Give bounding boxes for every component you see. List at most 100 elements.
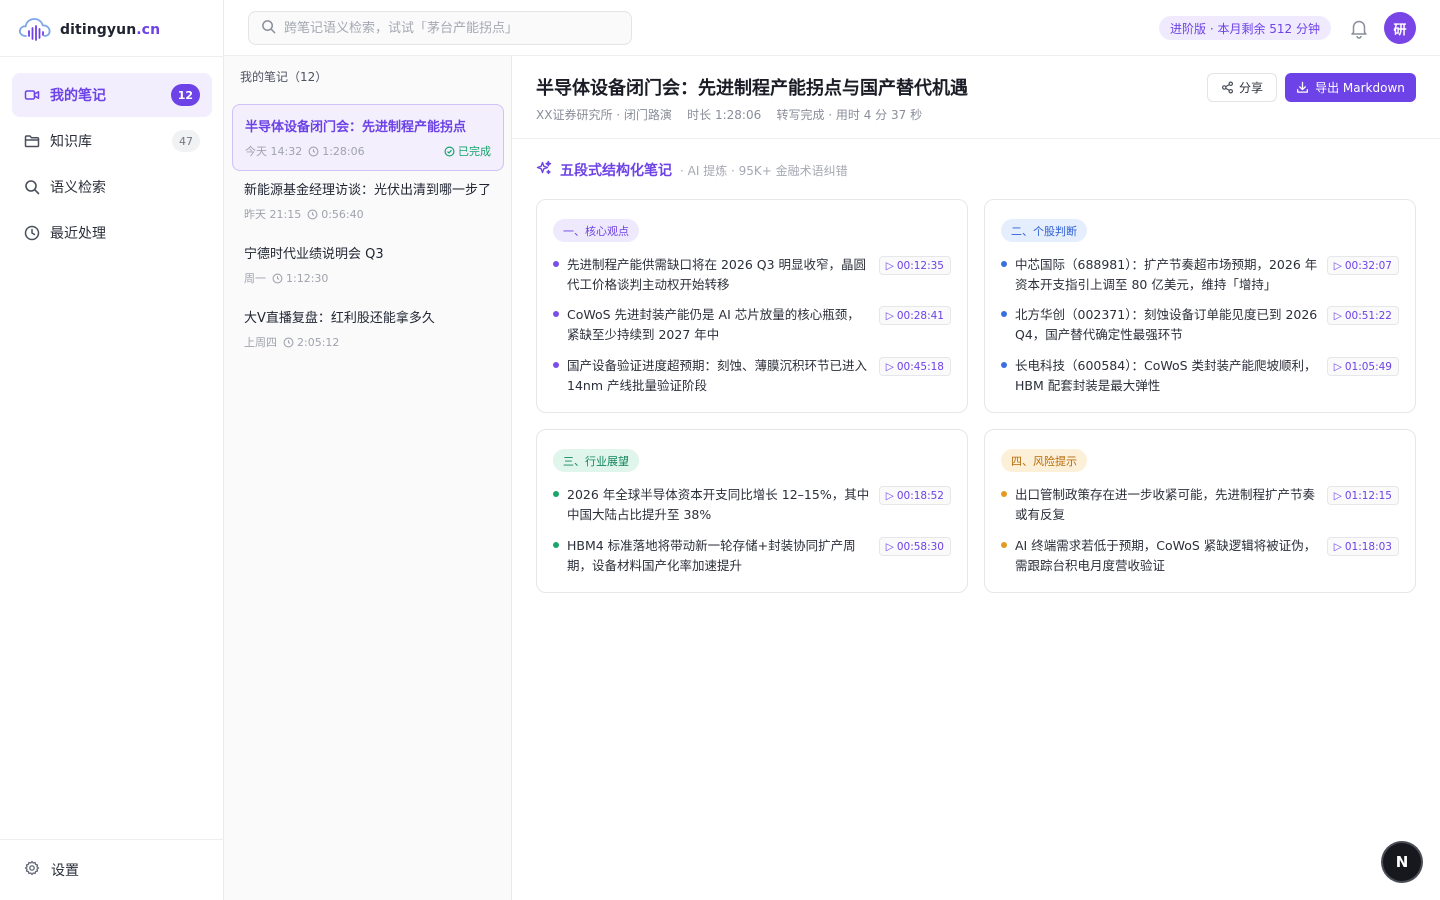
settings-button[interactable]: 设置: [24, 860, 79, 880]
bullet-dot: [553, 491, 559, 497]
card-tag: 四、风险提示: [1001, 449, 1087, 472]
note-meta: 周一 1:12:30: [244, 270, 492, 286]
note-item[interactable]: 半导体设备闭门会：先进制程产能拐点 今天 14:32 1:28:06 已完成: [232, 104, 504, 171]
logo[interactable]: ditingyun.cn: [18, 16, 160, 44]
sidebar-item-recent[interactable]: 最近处理: [12, 211, 212, 255]
timestamp-button[interactable]: ▷ 01:12:15: [1326, 486, 1399, 505]
timestamp-value: 00:45:18: [896, 360, 944, 373]
detail-header: 半导体设备闭门会：先进制程产能拐点与国产替代机遇 XX证券研究所 · 闭门路演 …: [512, 56, 1440, 139]
play-icon: ▷: [1333, 489, 1342, 502]
point-text: 2026 年全球半导体资本开支同比增长 12–15%，其中中国大陆占比提升至 3…: [567, 487, 870, 522]
point-text: 中芯国际（688981）：扩产节奏超市场预期，2026 年资本开支指引上调至 8…: [1015, 257, 1318, 292]
timestamp-button[interactable]: ▷ 00:51:22: [1326, 306, 1399, 325]
share-label: 分享: [1238, 81, 1263, 95]
note-duration: 2:05:12: [283, 336, 339, 349]
note-duration: 1:12:30: [272, 272, 328, 285]
bell-icon[interactable]: [1348, 17, 1370, 39]
bullet-dot: [553, 362, 559, 368]
clock-icon: [307, 209, 318, 219]
note-date: 上周四: [244, 336, 277, 349]
play-icon: ▷: [885, 259, 894, 272]
play-icon: ▷: [1333, 309, 1342, 322]
note-card-core-views: 一、核心观点 先进制程产能供需缺口将在 2026 Q3 明显收窄，晶圆代工价格谈…: [536, 199, 968, 413]
note-item[interactable]: 宁德时代业绩说明会 Q3 周一 1:12:30: [232, 232, 504, 297]
check-circle-icon: [444, 146, 455, 156]
note-meta: 昨天 21:15 0:56:40: [244, 206, 492, 222]
bullet-dot: [553, 261, 559, 267]
timestamp-button[interactable]: ▷ 00:28:41: [878, 306, 951, 325]
point-text: 先进制程产能供需缺口将在 2026 Q3 明显收窄，晶圆代工价格谈判主动权开始转…: [567, 257, 867, 292]
timestamp-value: 00:18:52: [896, 489, 944, 502]
status-badge: 已完成: [444, 143, 491, 159]
point-text: 北方华创（002371）：刻蚀设备订单能见度已到 2026 Q4，国产替代确定性…: [1015, 307, 1318, 342]
note-meta: 今天 14:32 1:28:06 已完成: [245, 143, 491, 159]
timestamp-value: 01:05:49: [1344, 360, 1392, 373]
sidebar-footer: 设置: [0, 839, 224, 900]
share-button[interactable]: 分享: [1207, 73, 1277, 102]
bullet-dot: [553, 311, 559, 317]
sidebar-item-knowledge-base[interactable]: 知识库 47: [12, 119, 212, 163]
note-duration: 1:28:06: [308, 145, 365, 158]
count-badge: 12: [170, 84, 200, 106]
play-icon: ▷: [1333, 360, 1342, 373]
card-point: HBM4 标准落地将带动新一轮存储+封装协同扩产周期，设备材料国产化率加速提升 …: [553, 536, 951, 576]
bullet-dot: [1001, 362, 1007, 368]
logo-text: ditingyun.cn: [60, 22, 160, 38]
clock-icon: [272, 273, 283, 283]
settings-label: 设置: [51, 863, 79, 879]
play-icon: ▷: [885, 489, 894, 502]
play-icon: ▷: [885, 540, 894, 553]
sidebar-item-my-notes[interactable]: 我的笔记 12: [12, 73, 212, 117]
avatar[interactable]: 研: [1384, 12, 1416, 44]
note-date: 今天 14:32: [245, 145, 303, 158]
timestamp-button[interactable]: ▷ 01:18:03: [1326, 537, 1399, 556]
status-label: 已完成: [458, 145, 491, 158]
section-title: 五段式结构化笔记: [560, 163, 672, 179]
note-card-risk-warnings: 四、风险提示 出口管制政策存在进一步收紧可能，先进制程扩产节奏或有反复 ▷ 01:…: [984, 429, 1416, 593]
note-item[interactable]: 新能源基金经理访谈：光伏出清到哪一步了 昨天 21:15 0:56:40: [232, 168, 504, 233]
timestamp-value: 00:28:41: [896, 309, 944, 322]
timestamp-button[interactable]: ▷ 00:18:52: [878, 486, 951, 505]
card-point: 国产设备验证进度超预期：刻蚀、薄膜沉积环节已进入 14nm 产线批量验证阶段 ▷…: [553, 356, 951, 396]
card-point: 北方华创（002371）：刻蚀设备订单能见度已到 2026 Q4，国产替代确定性…: [1001, 305, 1399, 345]
export-markdown-button[interactable]: 导出 Markdown: [1285, 73, 1416, 102]
timestamp-value: 00:58:30: [896, 540, 944, 553]
search-input[interactable]: [284, 20, 619, 36]
play-icon: ▷: [885, 360, 894, 373]
timestamp-button[interactable]: ▷ 00:12:35: [878, 256, 951, 275]
timestamp-button[interactable]: ▷ 00:58:30: [878, 537, 951, 556]
folder-icon: [24, 133, 40, 149]
play-icon: ▷: [885, 309, 894, 322]
app-root: ditingyun.cn 我的笔记 12 知识库 47 语义检索 最近处理 设置…: [0, 0, 1440, 900]
timestamp-button[interactable]: ▷ 00:45:18: [878, 357, 951, 376]
notes-list-header: 我的笔记（12）: [240, 70, 328, 84]
logo-cloud-icon: [18, 14, 52, 46]
sidebar-item-label: 最近处理: [50, 226, 106, 242]
timestamp-button[interactable]: ▷ 00:32:07: [1326, 256, 1399, 275]
point-text: CoWoS 先进封装产能仍是 AI 芯片放量的核心瓶颈，紧缺至少持续到 2027…: [567, 307, 860, 342]
timestamp-button[interactable]: ▷ 01:05:49: [1326, 357, 1399, 376]
timestamp-value: 01:18:03: [1344, 540, 1392, 553]
quota-badge[interactable]: 进阶版 · 本月剩余 512 分钟: [1159, 16, 1331, 40]
sidebar-item-label: 我的笔记: [50, 88, 106, 104]
search-box[interactable]: [248, 11, 632, 45]
top-bar: 进阶版 · 本月剩余 512 分钟 研: [224, 0, 1440, 56]
download-icon: [1297, 81, 1309, 93]
notes-list: 我的笔记（12） 半导体设备闭门会：先进制程产能拐点 今天 14:32 1:28…: [224, 56, 512, 900]
sidebar-item-semantic-search[interactable]: 语义检索: [12, 165, 212, 209]
note-title: 大V直播复盘：红利股还能拿多久: [244, 311, 435, 326]
timestamp-value: 00:32:07: [1344, 259, 1392, 272]
note-detail: 半导体设备闭门会：先进制程产能拐点与国产替代机遇 XX证券研究所 · 闭门路演 …: [512, 56, 1440, 900]
note-title: 宁德时代业绩说明会 Q3: [244, 247, 384, 262]
note-date: 周一: [244, 272, 266, 285]
bullet-dot: [1001, 261, 1007, 267]
note-meta: 上周四 2:05:12: [244, 334, 492, 350]
card-point: AI 终端需求若低于预期，CoWoS 紧缺逻辑将被证伪，需跟踪台积电月度营收验证…: [1001, 536, 1399, 576]
search-icon: [261, 19, 276, 38]
note-item[interactable]: 大V直播复盘：红利股还能拿多久 上周四 2:05:12: [232, 296, 504, 361]
sidebar-item-label: 知识库: [50, 134, 92, 150]
clock-icon: [24, 225, 40, 241]
floating-action-button[interactable]: N: [1383, 843, 1421, 881]
section-header: 五段式结构化笔记 · AI 提炼 · 95K+ 金融术语纠错: [536, 160, 848, 180]
card-point: 出口管制政策存在进一步收紧可能，先进制程扩产节奏或有反复 ▷ 01:12:15: [1001, 485, 1399, 525]
